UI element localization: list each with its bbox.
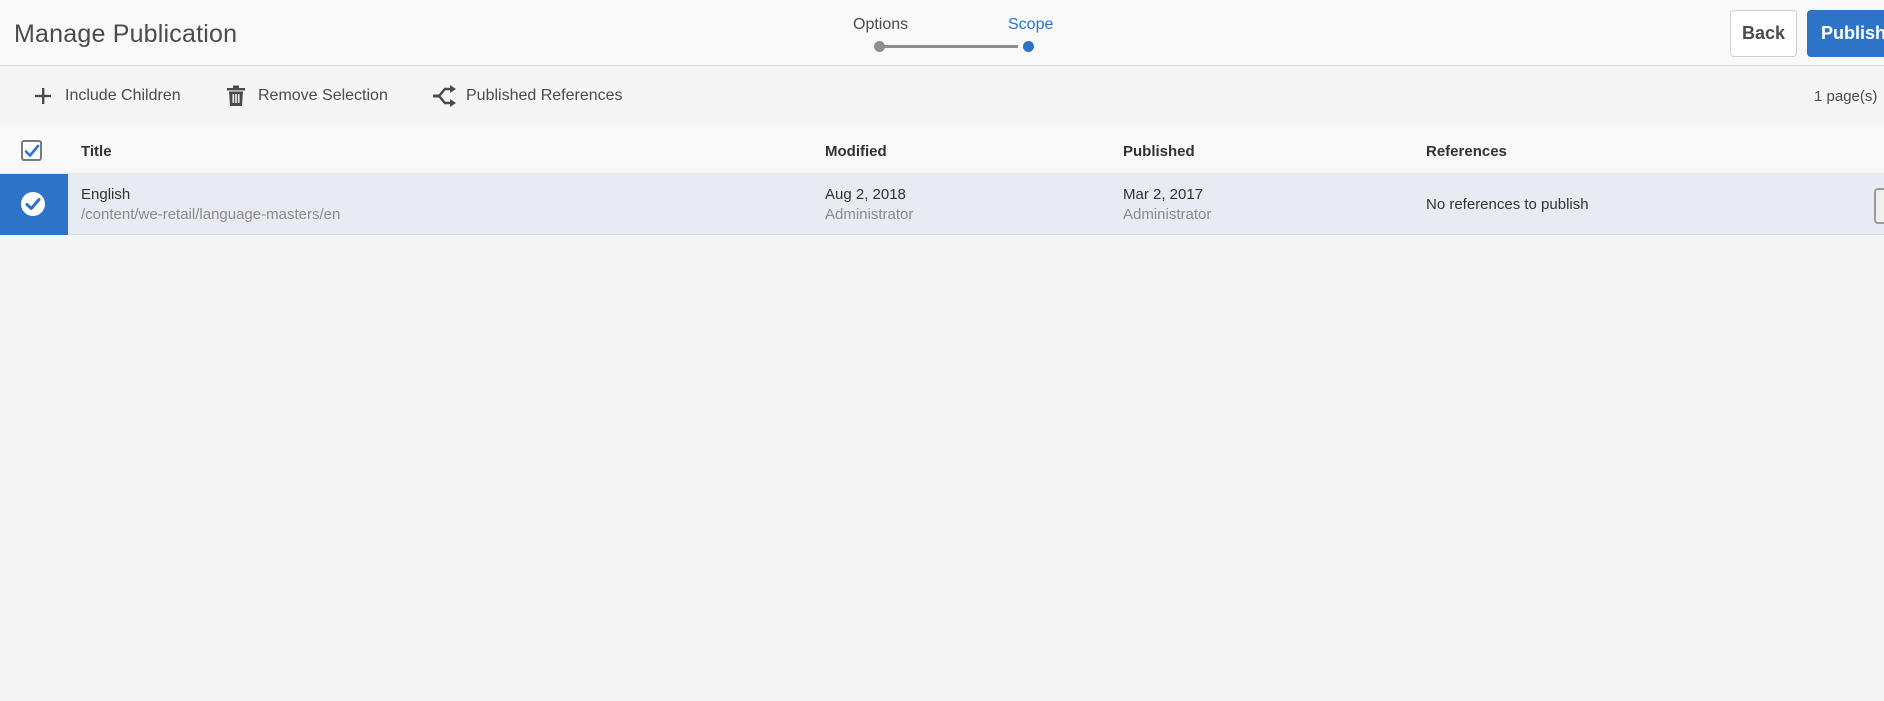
trash-icon (224, 84, 250, 108)
wizard-steps: Options Scope (840, 14, 1070, 54)
column-header-title[interactable]: Title (81, 143, 112, 160)
wizard-step-scope-label[interactable]: Scope (1008, 16, 1053, 34)
back-button[interactable]: Back (1730, 10, 1797, 57)
published-references-button[interactable]: Published References (432, 84, 623, 108)
column-header-published[interactable]: Published (1123, 143, 1195, 160)
include-children-label: Include Children (65, 87, 181, 104)
references-icon (432, 84, 458, 108)
page-title: Manage Publication (14, 20, 238, 48)
remove-selection-button[interactable]: Remove Selection (224, 84, 388, 108)
published-references-label: Published References (466, 87, 623, 104)
publish-button[interactable]: Publish (1807, 10, 1884, 57)
row-published-date: Mar 2, 2017 (1123, 186, 1204, 203)
row-path: /content/we-retail/language-masters/en (81, 206, 341, 223)
row-select-checkbox[interactable] (0, 174, 68, 235)
column-header-references[interactable]: References (1426, 143, 1507, 160)
row-published-by: Administrator (1123, 206, 1212, 223)
column-header-modified[interactable]: Modified (825, 143, 887, 160)
header-bar: Manage Publication Options Scope Back Pu… (0, 0, 1884, 66)
check-circle-icon (21, 192, 45, 216)
wizard-step-scope-dot[interactable] (1023, 41, 1034, 52)
page-count: 1 page(s) (1814, 88, 1878, 105)
include-children-button[interactable]: Include Children (31, 84, 181, 108)
row-references: No references to publish (1426, 196, 1589, 213)
table-row[interactable]: English /content/we-retail/language-mast… (0, 174, 1884, 235)
remove-selection-label: Remove Selection (258, 87, 388, 104)
manage-publication-page: Manage Publication Options Scope Back Pu… (0, 0, 1884, 701)
action-bar: Include Children Remove Selection Publis… (0, 66, 1884, 126)
table-header: Title Modified Published References (0, 126, 1884, 174)
wizard-step-options-dot[interactable] (874, 41, 885, 52)
wizard-step-options-label[interactable]: Options (853, 16, 908, 34)
row-modified-date: Aug 2, 2018 (825, 186, 906, 203)
select-all-checkbox[interactable] (21, 140, 42, 161)
wizard-progress-line (878, 45, 1018, 48)
plus-icon (31, 84, 57, 108)
row-action-button[interactable] (1874, 188, 1884, 224)
row-title: English (81, 186, 131, 203)
checkmark-icon (24, 144, 40, 157)
row-modified-by: Administrator (825, 206, 914, 223)
